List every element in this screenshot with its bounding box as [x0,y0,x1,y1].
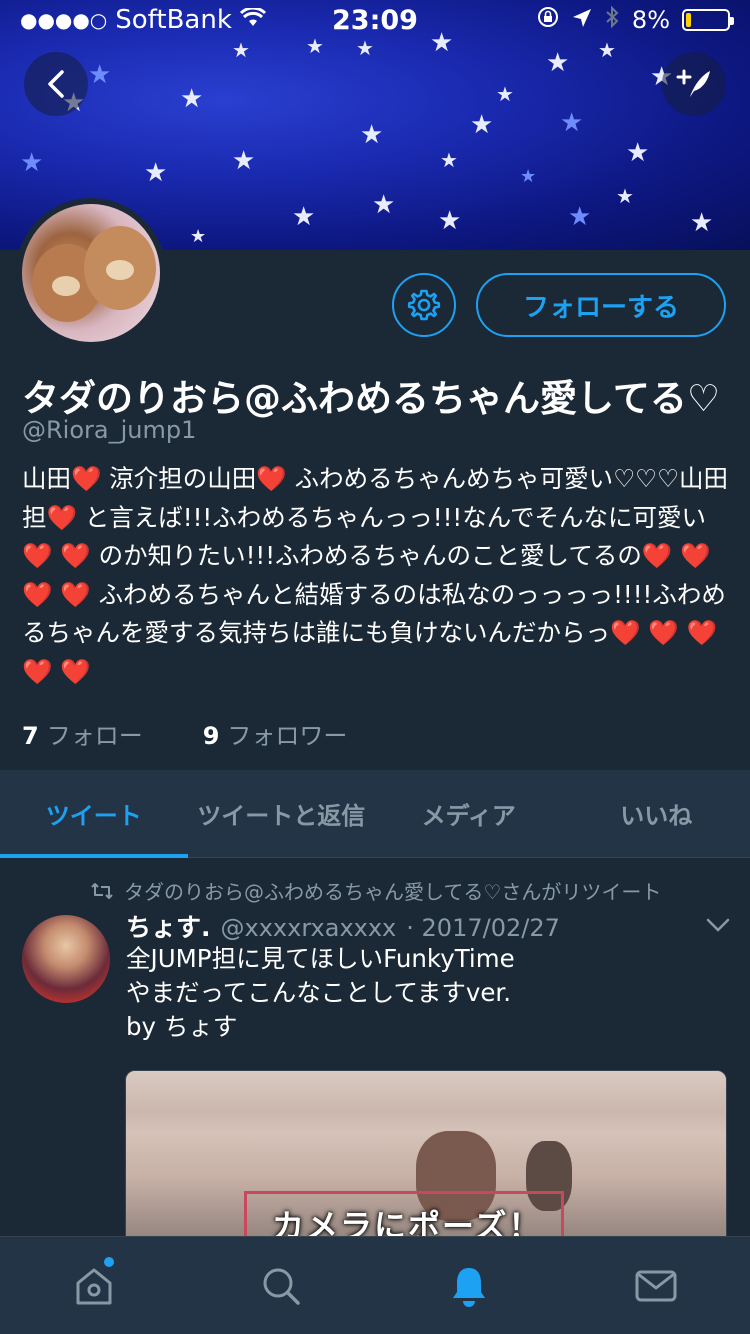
tweet-author-name[interactable]: ちょす. [126,908,211,944]
wifi-icon [239,5,266,35]
star-decoration: ★ [356,36,374,60]
star-decoration: ★ [20,148,44,178]
status-bar-left: ●●●●○ SoftBank [20,5,266,35]
star-decoration: ★ [470,110,494,140]
bottom-nav [0,1236,750,1334]
star-decoration: ★ [232,38,250,62]
star-decoration: ★ [190,226,207,247]
star-decoration: ★ [438,206,462,236]
avatar-bear-muzzle [106,260,134,280]
home-icon [76,1268,112,1304]
nav-notifications[interactable] [375,1237,563,1334]
star-decoration: ★ [568,202,592,232]
follow-button[interactable]: フォローする [476,273,726,337]
tweet-text-line: やまだってこんなことしてますver. [126,978,511,1007]
nav-search[interactable] [188,1237,376,1334]
tab-likes[interactable]: いいね [563,770,750,857]
profile-avatar[interactable] [16,198,166,348]
profile-tabs: ツイート ツイートと返信 メディア いいね [0,770,750,858]
status-bar-right: 8% [536,5,734,35]
nav-home[interactable] [0,1237,188,1334]
star-decoration: ★ [546,48,570,78]
settings-button[interactable] [392,273,456,337]
star-decoration: ★ [616,184,634,208]
star-decoration: ★ [690,208,714,238]
tweet-media-video[interactable]: カメラにポーズ！ [125,1070,727,1250]
battery-icon [682,9,734,31]
carrier-name: SoftBank [115,5,232,35]
star-decoration: ★ [360,120,384,150]
search-icon [263,1268,300,1305]
following-stat[interactable]: 7 フォロー [22,716,143,751]
tweet-username: @xxxxrxaxxxx [220,914,397,942]
star-decoration: ★ [88,60,112,90]
tweet-author-avatar[interactable] [22,915,110,1003]
star-decoration: ★ [626,138,650,168]
tweet-text: 全JUMP担に見てほしいFunkyTime やまだってこんなことしてますver.… [126,942,726,1044]
tweet-header: ちょす. @xxxxrxaxxxx · 2017/02/27 [126,908,560,944]
followers-stat[interactable]: 9 フォロワー [203,716,348,751]
followers-label: フォロワー [227,722,348,750]
nav-messages[interactable] [563,1237,750,1334]
home-new-indicator [104,1257,114,1267]
profile-stats: 7 フォロー 9 フォロワー [22,716,347,751]
retweet-text: タダのりおら@ふわめるちゃん愛してる♡さんがリツイート [124,880,662,904]
signal-strength: ●●●●○ [20,8,108,32]
star-decoration: ★ [598,38,616,62]
following-count: 7 [22,722,39,750]
followers-count: 9 [202,722,220,750]
notifications-icon [452,1267,485,1307]
star-decoration: ★ [292,202,316,232]
retweet-icon [91,882,113,899]
gear-icon [407,289,441,321]
chevron-down-icon [706,918,730,932]
status-bar: ●●●●○ SoftBank 23:09 8% [0,0,750,40]
battery-percent: 8% [631,6,670,34]
tab-tweets[interactable]: ツイート [0,770,188,858]
retweet-context: タダのりおら@ふわめるちゃん愛してる♡さんがリツイート [90,876,661,905]
location-icon [572,6,592,34]
media-scene-ceiling [126,1071,726,1111]
star-decoration: ★ [520,166,537,187]
tweet-menu-button[interactable] [704,916,732,938]
tab-media[interactable]: メディア [375,770,563,857]
profile-name: タダのりおら@ふわめるちゃん愛してる♡ [22,377,721,420]
tab-tweets-and-replies[interactable]: ツイートと返信 [188,770,376,857]
back-icon [48,70,64,98]
tweet-text-line: 全JUMP担に見てほしいFunkyTime [126,944,515,973]
star-decoration: ★ [232,146,256,176]
profile-handle: @Riora_jump1 [22,416,197,444]
profile-bio: 山田❤️ 涼介担の山田❤️ ふわめるちゃんめちゃ可愛い♡♡♡山田担❤️ と言えば… [22,464,728,686]
back-button[interactable] [24,52,88,116]
compose-button[interactable] [662,52,726,116]
messages-icon [635,1270,677,1301]
tweet-date: · 2017/02/27 [406,914,560,942]
bluetooth-icon [604,5,620,35]
star-decoration: ★ [440,148,458,172]
star-decoration: ★ [144,158,168,188]
star-decoration: ★ [180,84,204,114]
star-decoration: ★ [372,190,396,220]
lock-rotation-icon [536,5,560,35]
following-label: フォロー [46,722,143,750]
compose-icon [676,69,710,97]
star-decoration: ★ [560,108,584,138]
tweet-text-line: by ちょす [126,1012,238,1041]
avatar-bear-muzzle [52,276,80,296]
star-decoration: ★ [496,82,514,106]
